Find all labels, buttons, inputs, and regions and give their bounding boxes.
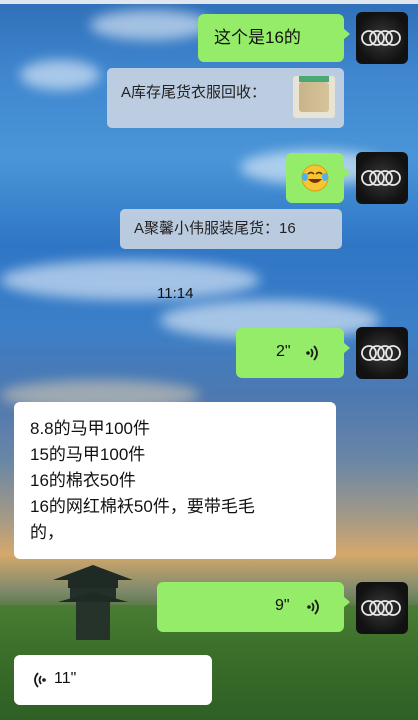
pagoda-silhouette: [53, 565, 133, 640]
message-line: 16的棉衣50件: [30, 471, 136, 490]
avatar[interactable]: [356, 582, 408, 634]
sent-voice-bubble[interactable]: 9": [157, 582, 350, 632]
quote-bubble[interactable]: A库存尾货衣服回收：: [107, 68, 344, 128]
received-text-bubble[interactable]: 8.8的马甲100件 15的马甲100件 16的棉衣50件 16的网红棉袄50件…: [14, 402, 336, 559]
sent-voice-bubble[interactable]: 2": [236, 328, 350, 378]
voice-duration: 9": [275, 597, 290, 614]
message-line: 8.8的马甲100件: [30, 419, 150, 438]
voice-wave-icon: [306, 345, 318, 361]
laughing-tears-emoji-icon: [301, 164, 329, 192]
voice-wave-icon: [307, 599, 319, 615]
sent-text-bubble[interactable]: 这个是16的: [198, 14, 350, 62]
audi-rings-icon: [361, 345, 401, 361]
quote-text: A库存尾货衣服回收：: [121, 84, 267, 101]
audi-rings-icon: [361, 30, 401, 46]
voice-wave-icon: [34, 672, 46, 688]
clothing-thumbnail[interactable]: [293, 76, 335, 118]
quote-text: A聚馨小伟服装尾货：16: [134, 220, 296, 237]
message-text: 这个是16的: [214, 28, 301, 47]
quote-bubble[interactable]: A聚馨小伟服装尾货：16: [120, 209, 342, 249]
cloud: [0, 260, 260, 300]
status-strip: [0, 0, 418, 4]
cloud: [90, 10, 210, 40]
avatar[interactable]: [356, 12, 408, 64]
message-line: 16的网红棉袄50件，要带毛毛: [30, 497, 255, 516]
voice-duration: 2": [276, 343, 291, 360]
timestamp: 11:14: [157, 285, 194, 302]
sent-emoji-bubble[interactable]: [286, 153, 350, 203]
message-line: 的，: [30, 523, 64, 542]
audi-rings-icon: [361, 600, 401, 616]
message-line: 15的马甲100件: [30, 445, 146, 464]
avatar[interactable]: [356, 152, 408, 204]
received-voice-bubble[interactable]: 11": [14, 655, 212, 705]
avatar[interactable]: [356, 327, 408, 379]
audi-rings-icon: [361, 170, 401, 186]
cloud: [20, 60, 100, 90]
voice-duration: 11": [54, 670, 77, 687]
